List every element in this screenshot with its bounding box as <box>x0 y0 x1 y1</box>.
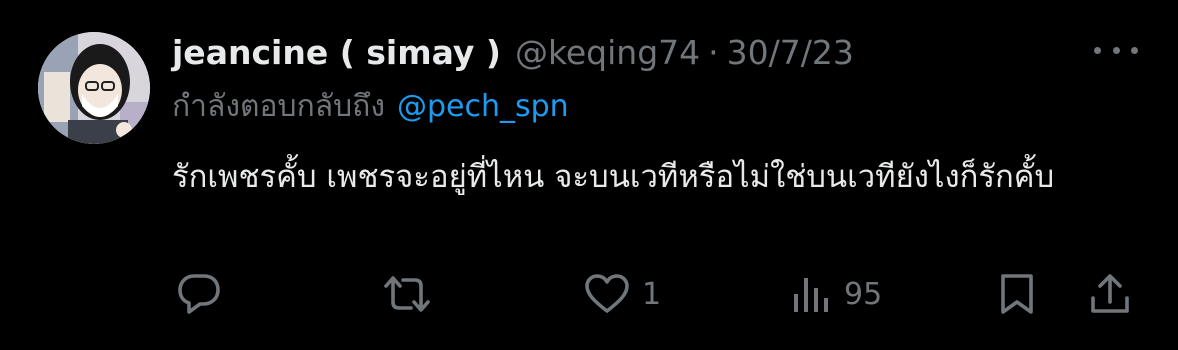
heart-icon <box>585 274 629 313</box>
bookmark-icon <box>1001 274 1033 314</box>
tweet-text: รักเพชรคั้บ เพชรจะอยู่ที่ไหน จะบนเวทีหรื… <box>172 159 1055 195</box>
separator-dot: · <box>708 33 719 72</box>
like-count: 1 <box>642 276 662 312</box>
reply-mention-link[interactable]: @pech_spn <box>397 89 569 124</box>
replying-to-label: กำลังตอบกลับถึง <box>172 89 385 124</box>
like-button[interactable]: 1 <box>584 272 661 316</box>
tweet: jeancine ( simay ) @keqing74 · 30/7/23 ก… <box>0 0 1178 350</box>
replying-to: กำลังตอบกลับถึง @pech_spn <box>172 84 569 130</box>
share-button[interactable] <box>1088 272 1132 316</box>
user-handle[interactable]: @keqing74 <box>515 30 700 76</box>
action-bar: 1 95 <box>0 264 1178 324</box>
retweet-icon <box>384 276 430 312</box>
reply-icon <box>178 274 220 314</box>
tweet-header: jeancine ( simay ) @keqing74 · 30/7/23 <box>172 30 854 76</box>
avatar[interactable] <box>38 32 150 144</box>
more-dot <box>1131 46 1138 54</box>
views-icon <box>794 278 828 312</box>
retweet-button[interactable] <box>382 272 432 316</box>
avatar-image <box>38 32 150 144</box>
views-button[interactable]: 95 <box>790 272 882 316</box>
more-options-icon[interactable] <box>1094 38 1138 62</box>
share-icon <box>1091 274 1129 313</box>
reply-button[interactable] <box>176 272 222 316</box>
bookmark-button[interactable] <box>998 272 1036 316</box>
tweet-date[interactable]: 30/7/23 <box>727 30 854 76</box>
more-dot <box>1094 46 1101 54</box>
more-dot <box>1112 46 1120 54</box>
views-count: 95 <box>844 276 883 312</box>
display-name[interactable]: jeancine ( simay ) <box>172 30 501 76</box>
